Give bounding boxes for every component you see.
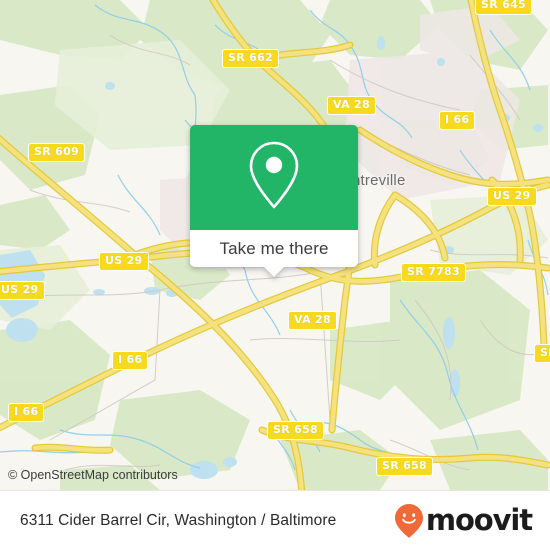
road-shield-i-66-mid: I 66 bbox=[112, 351, 149, 370]
footer-bar: 6311 Cider Barrel Cir, Washington / Balt… bbox=[0, 490, 550, 550]
moovit-smiling-pin-icon bbox=[394, 503, 424, 539]
map-canvas[interactable]: ntreville SR 645 SR 662 VA 28 I 66 SR 60… bbox=[0, 0, 550, 490]
road-shield-sr-662: SR 662 bbox=[222, 49, 279, 68]
take-me-there-label: Take me there bbox=[219, 238, 329, 258]
road-shield-us-29-mid: US 29 bbox=[99, 252, 149, 271]
road-shield-sr-658-east: SR 658 bbox=[376, 457, 433, 476]
openstreetmap-attribution[interactable]: © OpenStreetMap contributors bbox=[8, 468, 178, 482]
road-shield-us-29-west: US 29 bbox=[0, 281, 45, 300]
road-shield-sr-658-west: SR 658 bbox=[267, 421, 324, 440]
road-shield-va-28-north: VA 28 bbox=[327, 96, 376, 115]
callout-pin-area bbox=[190, 125, 358, 230]
road-shield-us-29-east: US 29 bbox=[487, 187, 537, 206]
road-shield-i-66-east: I 66 bbox=[439, 111, 476, 130]
callout-action-area[interactable]: Take me there bbox=[190, 230, 358, 267]
road-shield-sr-645: SR 645 bbox=[475, 0, 532, 15]
address-label: 6311 Cider Barrel Cir, Washington / Balt… bbox=[20, 511, 337, 529]
moovit-logo[interactable]: moovit bbox=[394, 503, 533, 539]
road-shield-sr-7783: SR 7783 bbox=[401, 263, 466, 282]
road-shield-sr-609: SR 609 bbox=[28, 143, 85, 162]
road-shield-i-66-west: I 66 bbox=[8, 403, 45, 422]
road-shield-va-28-south: VA 28 bbox=[288, 311, 337, 330]
callout-pointer bbox=[263, 266, 285, 277]
map-location-card-screen: ntreville SR 645 SR 662 VA 28 I 66 SR 60… bbox=[0, 0, 550, 550]
place-label-centreville: ntreville bbox=[352, 172, 406, 189]
road-shield-sr-right-edge: SR bbox=[534, 344, 550, 363]
location-callout-card[interactable]: Take me there bbox=[190, 125, 358, 277]
moovit-wordmark: moovit bbox=[425, 503, 533, 537]
map-pin-icon bbox=[246, 139, 302, 216]
